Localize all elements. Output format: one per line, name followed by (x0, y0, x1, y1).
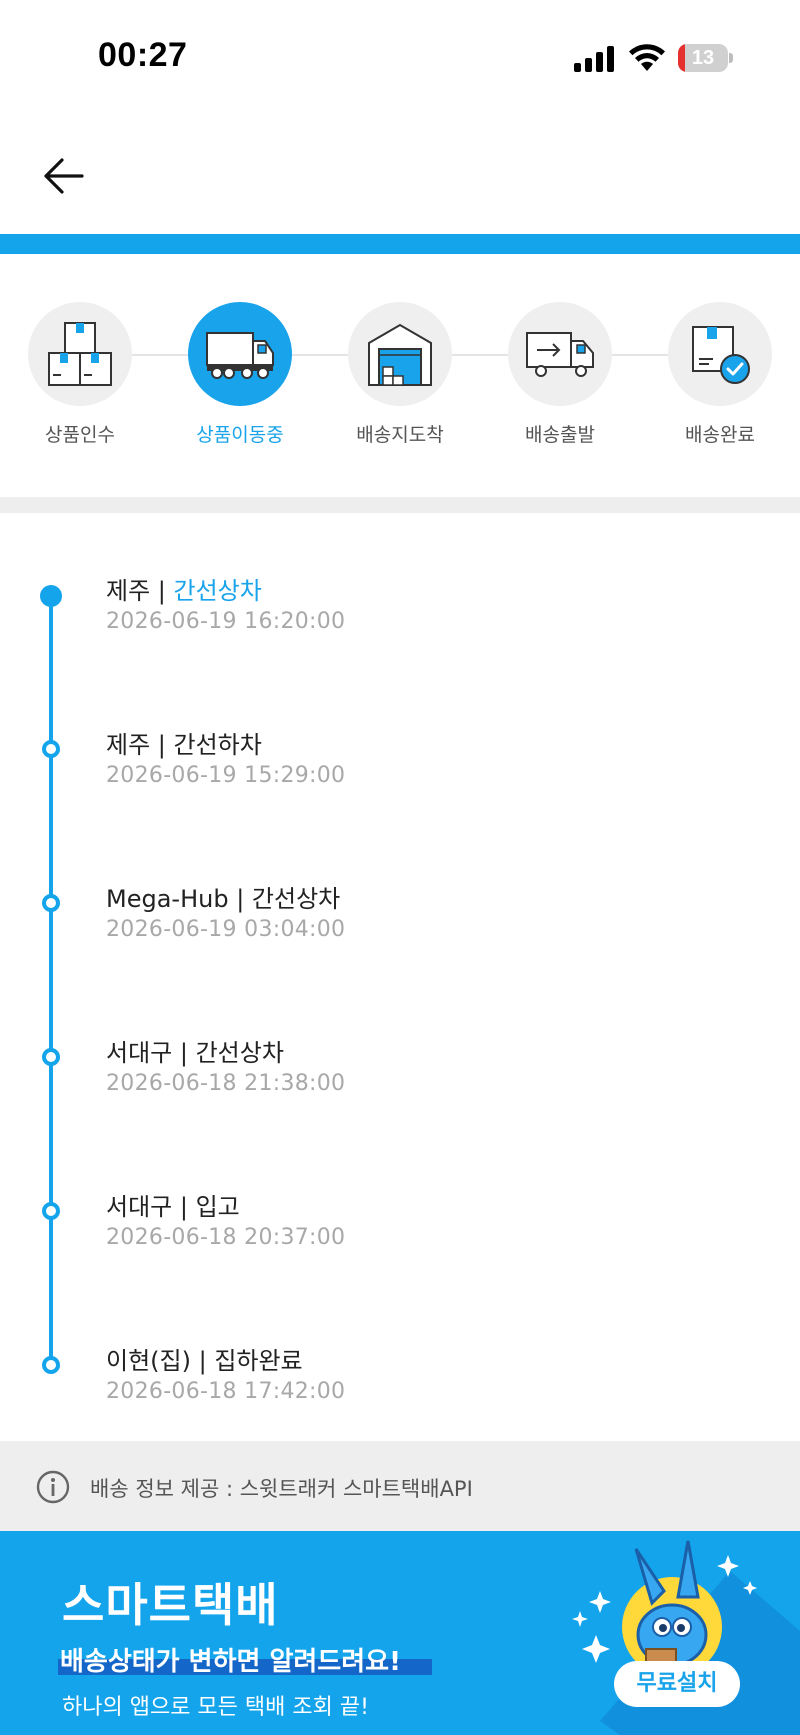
timeline-separator: | (172, 1039, 196, 1067)
free-install-button[interactable]: 무료설치 (614, 1661, 740, 1707)
timeline-separator: | (190, 1347, 215, 1375)
battery-indicator: 13 (678, 44, 734, 72)
step-label: 배송출발 (525, 424, 595, 446)
step-in-transit: 상품이동중 (170, 302, 310, 447)
timeline-location: 제주 (106, 577, 151, 605)
cellular-signal-icon (574, 46, 614, 72)
timeline-item: 이현(집) | 집하완료 2026-06-18 17:42:00 (0, 1341, 800, 1451)
header-accent-bar (0, 234, 800, 254)
timeline-separator: | (172, 1193, 196, 1221)
timeline-separator: | (150, 577, 174, 605)
timeline-status: 간선하차 (173, 731, 262, 759)
timeline-separator: | (228, 885, 252, 913)
timeline-dot (42, 1048, 60, 1066)
arrow-left-icon (44, 158, 84, 194)
timeline-datetime: 2026-06-18 17:42:00 (106, 1379, 346, 1404)
timeline-dot-current (40, 585, 62, 607)
truck-icon (206, 332, 274, 379)
step-label: 배송완료 (685, 424, 755, 446)
timeline-location: 서대구 (106, 1193, 173, 1221)
boxes-icon (48, 322, 112, 386)
timeline-item: 서대구 | 입고 2026-06-18 20:37:00 (0, 1187, 800, 1297)
step-out-for-delivery: 배송출발 (490, 302, 630, 447)
step-label: 상품이동중 (196, 424, 284, 446)
timeline-item: 서대구 | 간선상차 2026-06-18 21:38:00 (0, 1033, 800, 1143)
timeline-status: 간선상차 (173, 577, 262, 605)
wifi-icon (629, 44, 665, 71)
timeline-location: 제주 (106, 731, 151, 759)
step-delivered: 배송완료 (650, 302, 790, 447)
timeline-status: 간선상차 (251, 885, 341, 913)
step-arrived-hub: 배송지도착 (330, 302, 470, 447)
delivery-step-tracker: 상품인수 상품이동중 배송지도착 배송출발 배송완료 (0, 254, 800, 497)
step-label: 배송지도착 (356, 424, 444, 446)
banner-headline: 배송상태가 변하면 알려드려요! (60, 1647, 401, 1677)
info-icon (36, 1470, 70, 1504)
status-time: 00:27 (98, 36, 188, 74)
timeline-location: 이현(집) (106, 1347, 191, 1375)
battery-level-text: 13 (691, 47, 715, 69)
timeline-separator: | (150, 731, 174, 759)
provider-info-bar: 배송 정보 제공 : 스윗트래커 스마트택배API (0, 1441, 800, 1531)
timeline-datetime: 2026-06-19 03:04:00 (106, 917, 346, 942)
timeline-item: 제주 | 간선하차 2026-06-19 15:29:00 (0, 725, 800, 835)
timeline-status: 집하완료 (214, 1347, 303, 1375)
back-button[interactable] (40, 152, 90, 202)
timeline-item: Mega-Hub | 간선상차 2026-06-19 03:04:00 (0, 879, 800, 989)
brand-logo-text: 스마트택배 (62, 1578, 279, 1632)
status-bar: 00:27 13 (0, 0, 800, 120)
timeline-status: 입고 (195, 1193, 240, 1221)
delivery-van-icon (526, 332, 594, 377)
timeline-datetime: 2026-06-18 20:37:00 (106, 1225, 346, 1250)
timeline-status: 간선상차 (195, 1039, 284, 1067)
banner-subline: 하나의 앱으로 모든 택배 조회 끝! (62, 1695, 369, 1720)
tracking-timeline: 제주 | 간선상차 2026-06-19 16:20:00 제주 | 간선하차 … (0, 513, 800, 1441)
step-label: 상품인수 (45, 424, 115, 446)
step-received: 상품인수 (10, 302, 150, 447)
timeline-datetime: 2026-06-18 21:38:00 (106, 1071, 346, 1096)
timeline-item: 제주 | 간선상차 2026-06-19 16:20:00 (0, 571, 800, 681)
timeline-dot (42, 1356, 60, 1374)
provider-info-text: 배송 정보 제공 : 스윗트래커 스마트택배API (90, 1477, 473, 1501)
box-check-icon (692, 326, 750, 384)
timeline-dot (42, 740, 60, 758)
timeline-datetime: 2026-06-19 15:29:00 (106, 763, 346, 788)
warehouse-icon (368, 323, 432, 386)
promo-banner[interactable]: 스마트택배 배송상태가 변하면 알려드려요! 하나의 앱으로 모든 택배 조회 … (0, 1531, 800, 1735)
timeline-location: Mega-Hub (106, 885, 229, 913)
timeline-location: 서대구 (106, 1039, 173, 1067)
timeline-dot (42, 1202, 60, 1220)
section-divider (0, 497, 800, 513)
timeline-datetime: 2026-06-19 16:20:00 (106, 609, 346, 634)
timeline-dot (42, 894, 60, 912)
